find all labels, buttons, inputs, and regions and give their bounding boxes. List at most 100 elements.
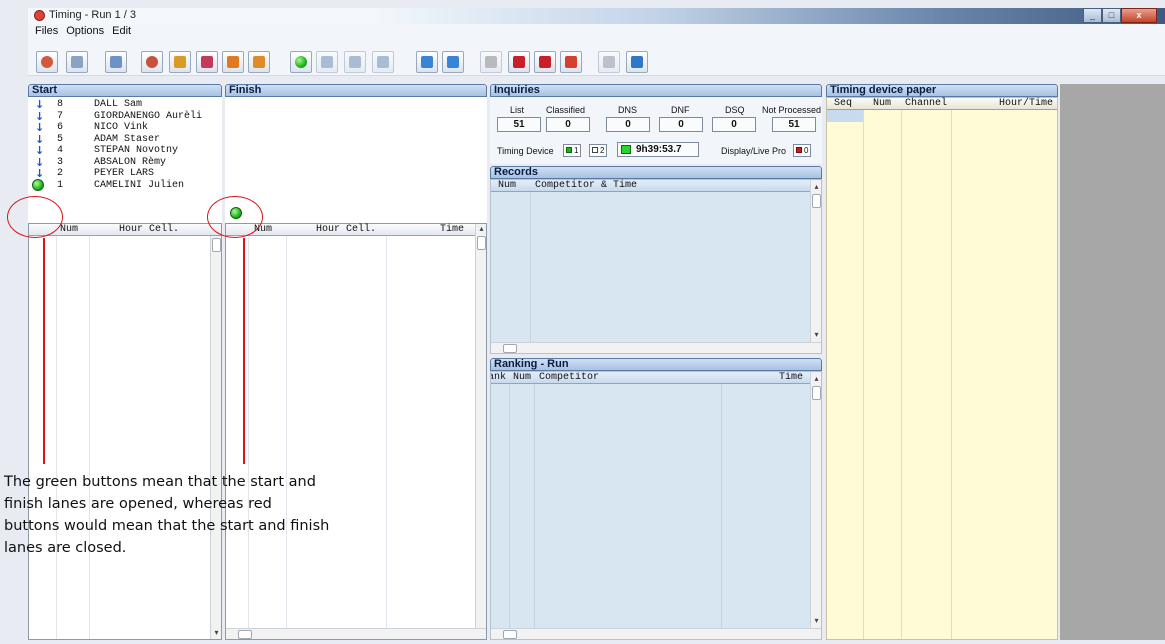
annotation-text: The green buttons mean that the start an… [4, 471, 524, 559]
scroll-thumb[interactable] [477, 236, 486, 250]
start-lane-open-button[interactable] [32, 178, 44, 191]
grid-divider [248, 236, 249, 639]
col-num: Num [60, 224, 79, 235]
arrow-up-num-icon[interactable] [442, 51, 464, 73]
info-icon[interactable] [626, 51, 648, 73]
col-channel: Channel [905, 98, 948, 109]
maximize-button[interactable]: □ [1102, 8, 1121, 23]
count-dnf: 0 [659, 117, 703, 132]
col-num: Num [513, 372, 532, 383]
label-dsq: DSQ [725, 105, 745, 115]
device-time: 9h39:53.7 [617, 142, 699, 157]
scroll-thumb[interactable] [238, 630, 252, 639]
minimize-button[interactable]: _ [1083, 8, 1102, 23]
device-status-icon [592, 147, 598, 153]
col-hour-cell: Hour Cell. [316, 224, 377, 235]
start-panel-header: Start [28, 84, 222, 97]
display-toggle[interactable]: 0 [793, 144, 812, 157]
ranking-panel: Ranking - Run Rank Num Competitor Time ▴… [490, 358, 822, 640]
remove-flag-icon[interactable] [196, 51, 218, 73]
person-icon[interactable] [36, 51, 58, 73]
start-list-row[interactable]: ↓ 4 STEPAN Novotny [31, 145, 226, 157]
grid-divider [286, 236, 287, 639]
label-classified: Classified [546, 105, 586, 115]
connection-status-icon [621, 145, 631, 154]
grid-divider [534, 384, 535, 639]
grid-divider [386, 236, 387, 639]
dsq-icon[interactable] [534, 51, 556, 73]
green-start-icon[interactable] [290, 51, 312, 73]
search-icon[interactable] [598, 51, 620, 73]
columns-icon[interactable] [105, 51, 127, 73]
scroll-thumb[interactable] [812, 386, 821, 400]
scroll-thumb[interactable] [503, 630, 517, 639]
close-button[interactable]: x [1121, 8, 1157, 23]
start-list-row[interactable]: ↓ 5 ADAM Staser [31, 134, 226, 146]
grid-divider [863, 110, 864, 639]
finish-grid-hscrollbar[interactable] [226, 628, 486, 639]
scroll-up-icon[interactable]: ▴ [476, 224, 487, 234]
arrow-up-blue-icon[interactable] [416, 51, 438, 73]
start-grid-scrollbar[interactable]: ▾ [210, 236, 221, 639]
title-bar: Timing - Run 1 / 3 _ □ x [28, 8, 1165, 24]
scroll-down-icon[interactable]: ▾ [211, 628, 222, 638]
records-grid: Num Competitor & Time ▴ ▾ [490, 179, 822, 354]
selected-cell[interactable] [827, 110, 863, 122]
window-controls: _ □ x [1083, 8, 1157, 24]
finish-times-grid: Num Hour Cell. Time ▴ [225, 223, 487, 640]
device-2-toggle[interactable]: 2 [589, 144, 608, 157]
scroll-thumb[interactable] [212, 238, 221, 252]
arrow-down-icon: ↓ [35, 155, 45, 169]
label-dnf: DNF [671, 105, 690, 115]
records-hscrollbar[interactable] [491, 342, 821, 353]
scroll-up-icon[interactable]: ▴ [811, 182, 822, 192]
time-tick-icon[interactable] [316, 51, 338, 73]
device-1-toggle[interactable]: 1 [563, 144, 582, 157]
annotation-line: finish lanes are opened, whereas red [4, 496, 272, 512]
menu-files[interactable]: Files [35, 24, 58, 40]
menu-edit[interactable]: Edit [112, 24, 131, 40]
inquiries-panel: Inquiries List Classified DNS DNF DSQ No… [490, 84, 822, 164]
scroll-thumb[interactable] [812, 194, 821, 208]
ranking-scrollbar[interactable]: ▴ ▾ [810, 372, 821, 628]
dns-icon[interactable] [480, 51, 502, 73]
scroll-down-icon[interactable]: ▾ [811, 616, 821, 626]
doc-check-icon[interactable] [248, 51, 270, 73]
finish-grid-scrollbar[interactable]: ▴ [475, 224, 486, 628]
annotation-line: lanes are closed. [4, 540, 127, 556]
start-list-row[interactable]: ↓ 7 GIORDANENGO Aurèli [31, 111, 226, 123]
col-competitor-time: Competitor & Time [535, 180, 638, 191]
scroll-thumb[interactable] [503, 344, 517, 353]
time-plus-icon[interactable] [372, 51, 394, 73]
menu-options[interactable]: Options [66, 24, 104, 40]
time-cross-icon[interactable] [344, 51, 366, 73]
grid-divider [901, 110, 902, 639]
flag-icon[interactable] [169, 51, 191, 73]
finish-button-highlight [207, 196, 263, 238]
reset-icon[interactable] [141, 51, 163, 73]
annotation-line: buttons would mean that the start and fi… [4, 518, 330, 534]
start-list-row[interactable]: ↓ 2 PEYER LARS [31, 168, 226, 180]
dnf-icon[interactable] [508, 51, 530, 73]
label-dns: DNS [618, 105, 638, 115]
start-list-row[interactable]: ↓ 3 ABSALON Rèmy [31, 157, 226, 169]
col-hour-cell: Hour Cell. [119, 224, 180, 235]
start-list-row[interactable]: ↓ 6 NICO Vink [31, 122, 226, 134]
doc-icon[interactable] [222, 51, 244, 73]
list-icon[interactable] [66, 51, 88, 73]
arrow-down-icon: ↓ [35, 121, 45, 134]
ranking-grid: Rank Num Competitor Time ▴ ▾ [490, 371, 822, 640]
device-1-label: 1 [574, 146, 579, 155]
finish-callout-line [243, 238, 245, 464]
start-list-row[interactable]: 1 CAMELINI Julien [31, 178, 226, 192]
col-time: Time [440, 224, 465, 235]
ranking-grid-header: Rank Num Competitor Time [491, 372, 821, 384]
remove-person-icon[interactable] [560, 51, 582, 73]
start-list-row[interactable]: ↓ 8 DALL Sam [31, 99, 226, 111]
col-num: Num [498, 180, 517, 191]
scroll-up-icon[interactable]: ▴ [811, 374, 821, 384]
grid-divider [951, 110, 952, 639]
ranking-hscrollbar[interactable] [491, 628, 821, 639]
scroll-down-icon[interactable]: ▾ [811, 330, 822, 340]
records-scrollbar[interactable]: ▴ ▾ [810, 180, 821, 342]
